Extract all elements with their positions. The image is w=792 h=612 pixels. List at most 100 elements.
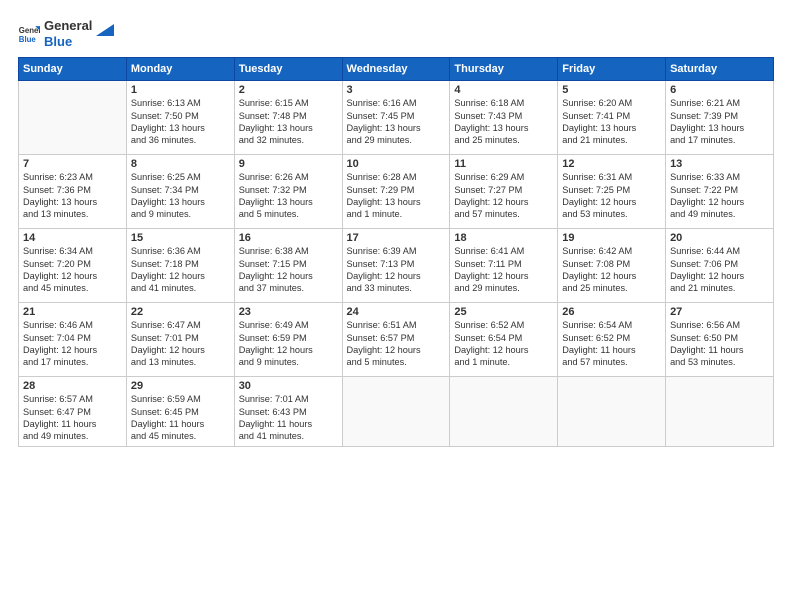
cell-info-line: and 5 minutes. xyxy=(239,208,338,220)
calendar-cell: 28Sunrise: 6:57 AMSunset: 6:47 PMDayligh… xyxy=(19,377,127,447)
calendar-cell xyxy=(19,81,127,155)
day-number: 3 xyxy=(347,84,446,96)
header-tuesday: Tuesday xyxy=(234,58,342,81)
day-number: 18 xyxy=(454,232,553,244)
cell-info-line: Sunrise: 6:38 AM xyxy=(239,245,338,257)
cell-info-line: Sunrise: 6:31 AM xyxy=(562,171,661,183)
cell-info-line: and 41 minutes. xyxy=(239,430,338,442)
cell-info-line: and 13 minutes. xyxy=(131,356,230,368)
cell-info-line: Sunset: 6:57 PM xyxy=(347,332,446,344)
day-number: 9 xyxy=(239,158,338,170)
calendar-cell: 2Sunrise: 6:15 AMSunset: 7:48 PMDaylight… xyxy=(234,81,342,155)
cell-info-line: Sunrise: 6:36 AM xyxy=(131,245,230,257)
cell-info-line: Sunset: 7:43 PM xyxy=(454,110,553,122)
cell-info-line: and 9 minutes. xyxy=(239,356,338,368)
cell-info-line: Sunrise: 6:39 AM xyxy=(347,245,446,257)
cell-info-line: and 25 minutes. xyxy=(562,282,661,294)
cell-info-line: Sunset: 7:34 PM xyxy=(131,184,230,196)
cell-info-line: Sunset: 7:50 PM xyxy=(131,110,230,122)
cell-info-line: and 9 minutes. xyxy=(131,208,230,220)
cell-info-line: Sunrise: 6:15 AM xyxy=(239,97,338,109)
cell-info-line: Sunrise: 6:34 AM xyxy=(23,245,122,257)
header-friday: Friday xyxy=(558,58,666,81)
cell-info-line: Sunrise: 6:28 AM xyxy=(347,171,446,183)
day-number: 26 xyxy=(562,306,661,318)
cell-info-line: Sunrise: 6:49 AM xyxy=(239,319,338,331)
logo-arrow-icon xyxy=(96,21,114,39)
cell-info-line: and 41 minutes. xyxy=(131,282,230,294)
cell-info-line: Sunset: 7:20 PM xyxy=(23,258,122,270)
cell-info-line: Sunset: 7:45 PM xyxy=(347,110,446,122)
calendar-cell: 7Sunrise: 6:23 AMSunset: 7:36 PMDaylight… xyxy=(19,155,127,229)
calendar-cell: 1Sunrise: 6:13 AMSunset: 7:50 PMDaylight… xyxy=(126,81,234,155)
day-number: 25 xyxy=(454,306,553,318)
day-number: 28 xyxy=(23,380,122,392)
calendar-cell xyxy=(666,377,774,447)
cell-info-line: Daylight: 12 hours xyxy=(347,270,446,282)
cell-info-line: Sunset: 6:52 PM xyxy=(562,332,661,344)
cell-info-line: Daylight: 13 hours xyxy=(347,122,446,134)
cell-info-line: Daylight: 13 hours xyxy=(454,122,553,134)
calendar-cell: 8Sunrise: 6:25 AMSunset: 7:34 PMDaylight… xyxy=(126,155,234,229)
cell-info-line: Daylight: 13 hours xyxy=(239,196,338,208)
cell-info-line: Sunrise: 6:18 AM xyxy=(454,97,553,109)
calendar-cell: 18Sunrise: 6:41 AMSunset: 7:11 PMDayligh… xyxy=(450,229,558,303)
cell-info-line: and 1 minute. xyxy=(347,208,446,220)
cell-info-line: Sunrise: 7:01 AM xyxy=(239,393,338,405)
cell-info-line: Sunrise: 6:56 AM xyxy=(670,319,769,331)
day-number: 22 xyxy=(131,306,230,318)
calendar-cell: 23Sunrise: 6:49 AMSunset: 6:59 PMDayligh… xyxy=(234,303,342,377)
cell-info-line: Daylight: 12 hours xyxy=(239,270,338,282)
header-wednesday: Wednesday xyxy=(342,58,450,81)
cell-info-line: and 45 minutes. xyxy=(23,282,122,294)
calendar-cell: 24Sunrise: 6:51 AMSunset: 6:57 PMDayligh… xyxy=(342,303,450,377)
calendar-cell: 14Sunrise: 6:34 AMSunset: 7:20 PMDayligh… xyxy=(19,229,127,303)
cell-info-line: Sunset: 6:45 PM xyxy=(131,406,230,418)
cell-info-line: and 13 minutes. xyxy=(23,208,122,220)
cell-info-line: Sunset: 7:18 PM xyxy=(131,258,230,270)
cell-info-line: Sunset: 6:43 PM xyxy=(239,406,338,418)
calendar-cell: 30Sunrise: 7:01 AMSunset: 6:43 PMDayligh… xyxy=(234,377,342,447)
cell-info-line: and 29 minutes. xyxy=(454,282,553,294)
calendar-cell: 12Sunrise: 6:31 AMSunset: 7:25 PMDayligh… xyxy=(558,155,666,229)
cell-info-line: and 36 minutes. xyxy=(131,134,230,146)
header-saturday: Saturday xyxy=(666,58,774,81)
cell-info-line: Daylight: 12 hours xyxy=(454,196,553,208)
cell-info-line: and 21 minutes. xyxy=(670,282,769,294)
day-number: 14 xyxy=(23,232,122,244)
cell-info-line: and 25 minutes. xyxy=(454,134,553,146)
cell-info-line: Sunrise: 6:42 AM xyxy=(562,245,661,257)
cell-info-line: Sunrise: 6:23 AM xyxy=(23,171,122,183)
cell-info-line: Sunset: 7:32 PM xyxy=(239,184,338,196)
calendar-cell: 25Sunrise: 6:52 AMSunset: 6:54 PMDayligh… xyxy=(450,303,558,377)
cell-info-line: Sunrise: 6:51 AM xyxy=(347,319,446,331)
cell-info-line: Daylight: 12 hours xyxy=(562,270,661,282)
day-number: 12 xyxy=(562,158,661,170)
cell-info-line: Daylight: 12 hours xyxy=(454,270,553,282)
cell-info-line: and 57 minutes. xyxy=(454,208,553,220)
calendar-table: SundayMondayTuesdayWednesdayThursdayFrid… xyxy=(18,57,774,447)
header-thursday: Thursday xyxy=(450,58,558,81)
calendar-cell: 17Sunrise: 6:39 AMSunset: 7:13 PMDayligh… xyxy=(342,229,450,303)
calendar-cell: 11Sunrise: 6:29 AMSunset: 7:27 PMDayligh… xyxy=(450,155,558,229)
cell-info-line: and 49 minutes. xyxy=(670,208,769,220)
calendar-cell xyxy=(450,377,558,447)
cell-info-line: Sunset: 7:41 PM xyxy=(562,110,661,122)
cell-info-line: Sunrise: 6:46 AM xyxy=(23,319,122,331)
day-number: 23 xyxy=(239,306,338,318)
cell-info-line: Sunrise: 6:33 AM xyxy=(670,171,769,183)
calendar-cell: 13Sunrise: 6:33 AMSunset: 7:22 PMDayligh… xyxy=(666,155,774,229)
calendar-cell: 10Sunrise: 6:28 AMSunset: 7:29 PMDayligh… xyxy=(342,155,450,229)
cell-info-line: Sunset: 6:50 PM xyxy=(670,332,769,344)
cell-info-line: Sunrise: 6:20 AM xyxy=(562,97,661,109)
day-number: 11 xyxy=(454,158,553,170)
cell-info-line: Daylight: 12 hours xyxy=(347,344,446,356)
cell-info-line: Sunset: 7:15 PM xyxy=(239,258,338,270)
calendar-cell: 15Sunrise: 6:36 AMSunset: 7:18 PMDayligh… xyxy=(126,229,234,303)
calendar-cell: 20Sunrise: 6:44 AMSunset: 7:06 PMDayligh… xyxy=(666,229,774,303)
calendar-cell: 9Sunrise: 6:26 AMSunset: 7:32 PMDaylight… xyxy=(234,155,342,229)
day-number: 21 xyxy=(23,306,122,318)
cell-info-line: Daylight: 12 hours xyxy=(131,270,230,282)
day-number: 20 xyxy=(670,232,769,244)
calendar-cell: 6Sunrise: 6:21 AMSunset: 7:39 PMDaylight… xyxy=(666,81,774,155)
